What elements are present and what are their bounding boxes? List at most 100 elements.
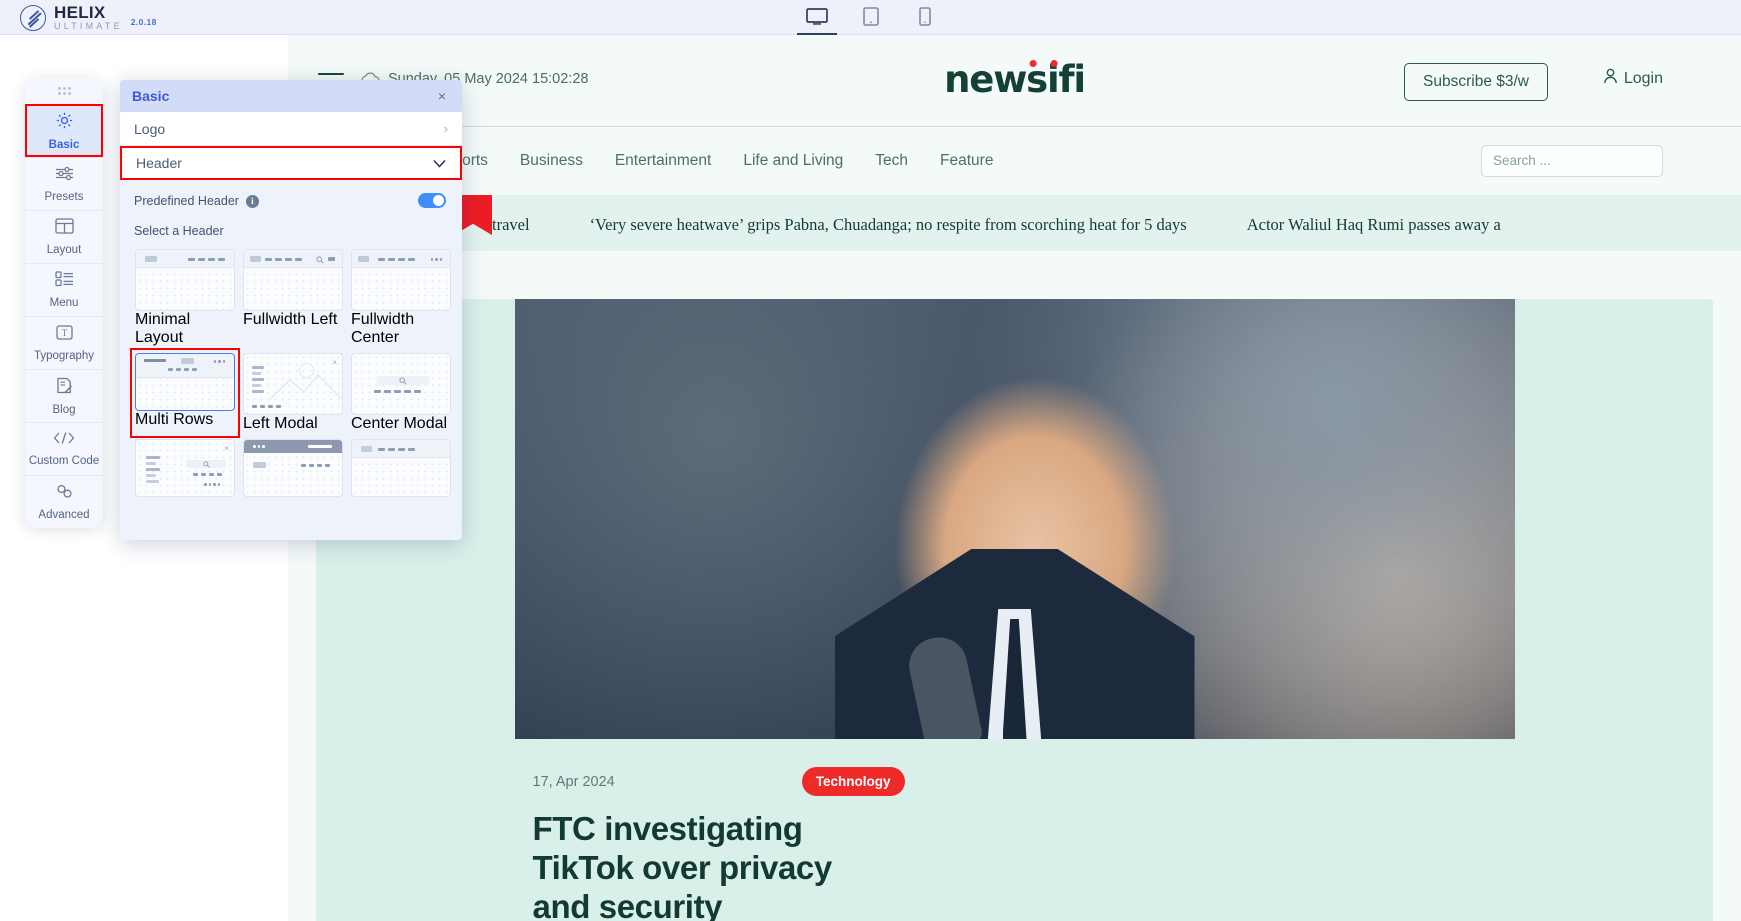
- site-header: Sunday, 05 May 2024 15:02:28 newsifi Sub…: [288, 35, 1741, 127]
- breaking-news-ticker: travel ‘Very severe heatwave’ grips Pabn…: [288, 195, 1741, 251]
- nav-item-business[interactable]: Business: [520, 152, 583, 170]
- advanced-icon: [55, 484, 74, 504]
- sidebar-item-basic[interactable]: Basic: [25, 104, 103, 157]
- logo-dot: [1050, 60, 1057, 67]
- close-icon: ×: [332, 358, 337, 367]
- login-button[interactable]: Login: [1603, 68, 1663, 89]
- sidebar-item-custom-code[interactable]: Custom Code: [25, 422, 103, 475]
- layout-icon: [55, 218, 74, 239]
- ticker-item[interactable]: Actor Waliul Haq Rumi passes away a: [1247, 215, 1501, 235]
- gear-icon: [56, 112, 73, 134]
- header-thumb-9[interactable]: [351, 439, 451, 497]
- header-thumb-label: Fullwidth Center: [351, 311, 451, 347]
- sliders-icon: [55, 166, 74, 186]
- device-preview-toggle: [797, 0, 945, 35]
- ticker-item[interactable]: ‘Very severe heatwave’ grips Pabna, Chua…: [590, 215, 1187, 235]
- dock-drag-handle[interactable]: [25, 78, 103, 104]
- tablet-view-icon[interactable]: [851, 1, 891, 35]
- predefined-header-row: Predefined Header i: [120, 180, 462, 222]
- blog-icon: [56, 377, 73, 399]
- header-thumb-fullwidth-left[interactable]: [243, 249, 343, 311]
- hero-category-badge[interactable]: Technology: [802, 767, 905, 796]
- sidebar-item-label: Menu: [50, 297, 79, 309]
- brand-subtitle: ULTIMATE: [54, 22, 123, 31]
- accordion-header[interactable]: Header: [120, 146, 462, 180]
- header-template-cell: × Left Modal: [240, 350, 346, 436]
- user-icon: [1603, 68, 1618, 89]
- predefined-header-label: Predefined Header: [134, 194, 239, 208]
- sidebar-item-presets[interactable]: Presets: [25, 157, 103, 210]
- site-logo[interactable]: newsifi: [944, 61, 1085, 98]
- header-thumb-label: Left Modal: [243, 415, 343, 433]
- logo-letter-i: i: [1073, 58, 1084, 101]
- info-icon[interactable]: i: [246, 195, 259, 208]
- mobile-view-icon[interactable]: [905, 1, 945, 35]
- hero-section: 17, Apr 2024 Technology FTC investigatin…: [316, 299, 1713, 921]
- sidebar-item-label: Custom Code: [29, 455, 99, 467]
- site-preview: Sunday, 05 May 2024 15:02:28 newsifi Sub…: [288, 35, 1741, 921]
- brand-name: HELIX: [54, 4, 123, 21]
- header-thumb-center-modal[interactable]: [351, 353, 451, 415]
- header-thumb-left-modal[interactable]: ×: [243, 353, 343, 415]
- header-template-cell: ×: [132, 436, 238, 500]
- select-header-label: Select a Header: [120, 222, 462, 246]
- typography-icon: T: [56, 325, 73, 345]
- ticker-item[interactable]: travel: [492, 215, 530, 235]
- panel-title: Basic: [132, 88, 169, 104]
- sidebar-item-label: Presets: [45, 191, 84, 203]
- accordion-logo-label: Logo: [134, 121, 165, 137]
- header-thumb-fullwidth-center[interactable]: [351, 249, 451, 311]
- site-search-input[interactable]: Search ...: [1481, 145, 1663, 177]
- header-thumb-minimal-layout[interactable]: [135, 249, 235, 311]
- nav-item-entertainment[interactable]: Entertainment: [615, 152, 712, 170]
- sidebar-item-advanced[interactable]: Advanced: [25, 475, 103, 528]
- sidebar-item-blog[interactable]: Blog: [25, 369, 103, 422]
- header-template-cell: Center Modal: [348, 350, 454, 436]
- header-template-grid: Minimal Layout Fullwidth Left: [120, 246, 462, 500]
- login-label: Login: [1624, 70, 1663, 88]
- chevron-down-icon: [433, 156, 446, 171]
- header-thumb-7[interactable]: ×: [135, 439, 235, 497]
- svg-text:T: T: [61, 328, 67, 338]
- helix-logo-icon: [20, 5, 46, 31]
- brand-version: 2.0.18: [131, 17, 157, 27]
- menu-list-icon: [55, 271, 74, 292]
- nav-item-feature[interactable]: Feature: [940, 152, 993, 170]
- close-icon[interactable]: ×: [430, 84, 454, 108]
- header-thumb-label: Multi Rows: [135, 411, 235, 429]
- hero-headline[interactable]: FTC investigating TikTok over privacy an…: [515, 796, 895, 921]
- header-thumb-label: Minimal Layout: [135, 311, 235, 347]
- predefined-header-toggle[interactable]: [418, 193, 446, 208]
- close-icon: ×: [224, 444, 229, 453]
- site-nav: Politics Sports Business Entertainment L…: [288, 127, 1741, 195]
- header-thumb-label: Fullwidth Left: [243, 311, 343, 329]
- hero-image: [515, 299, 1515, 739]
- header-template-cell: Fullwidth Left: [240, 246, 346, 350]
- header-template-cell: Fullwidth Center: [348, 246, 454, 350]
- subscribe-button[interactable]: Subscribe $3/w: [1404, 63, 1548, 101]
- sidebar-item-layout[interactable]: Layout: [25, 210, 103, 263]
- sidebar-item-menu[interactable]: Menu: [25, 263, 103, 316]
- header-template-cell-selected: Multi Rows: [132, 350, 238, 436]
- logo-dot: [1029, 60, 1036, 67]
- helix-brand: HELIX ULTIMATE 2.0.18: [20, 4, 157, 31]
- code-icon: [53, 431, 75, 450]
- sidebar-item-label: Advanced: [38, 509, 89, 521]
- hero-date: 17, Apr 2024: [533, 774, 615, 790]
- panel-header: Basic ×: [120, 80, 462, 112]
- header-thumb-8[interactable]: [243, 439, 343, 497]
- accordion-logo[interactable]: Logo ›: [120, 112, 462, 146]
- desktop-view-icon[interactable]: [797, 1, 837, 35]
- chevron-right-icon: ›: [444, 121, 448, 136]
- header-template-cell: Minimal Layout: [132, 246, 238, 350]
- nav-item-tech[interactable]: Tech: [875, 152, 908, 170]
- sidebar-item-label: Basic: [49, 139, 80, 151]
- header-thumb-label: Center Modal: [351, 415, 451, 433]
- header-template-cell: [240, 436, 346, 500]
- hero-article-card[interactable]: 17, Apr 2024 Technology FTC investigatin…: [515, 299, 1515, 921]
- nav-item-life-and-living[interactable]: Life and Living: [743, 152, 843, 170]
- header-thumb-multi-rows[interactable]: [135, 353, 235, 411]
- basic-settings-panel: Basic × Logo › Header Predefined Header …: [120, 80, 462, 540]
- builder-dock: Basic Presets Layout Menu T Typography: [25, 78, 103, 528]
- sidebar-item-typography[interactable]: T Typography: [25, 316, 103, 369]
